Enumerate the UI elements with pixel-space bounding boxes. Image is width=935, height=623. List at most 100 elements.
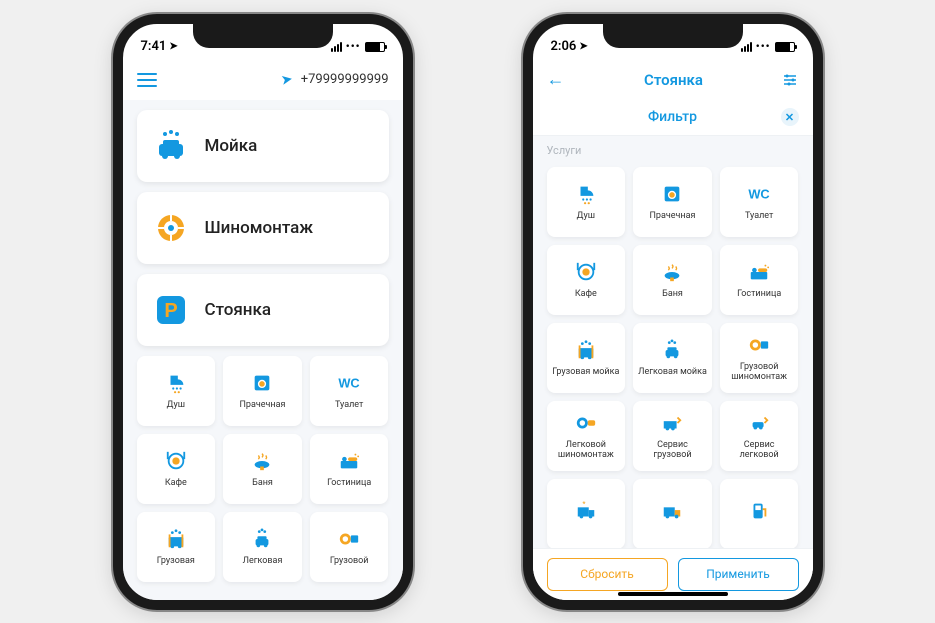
service-tile-carsvc[interactable]: Сервис легковой (720, 401, 799, 471)
wifi-icon: ••• (756, 40, 771, 53)
service-label: Сервис грузовой (633, 441, 712, 461)
service-tile-sauna[interactable]: Баня (633, 245, 712, 315)
service-label: Прачечная (236, 401, 290, 411)
category-label: Стоянка (205, 300, 272, 320)
top-bar: ➤ +79999999999 (123, 60, 403, 100)
service-tile-wc[interactable]: Туалет (720, 167, 799, 237)
service-tile-truckwash[interactable]: Грузовая (137, 512, 216, 582)
send-icon: ➤ (280, 71, 294, 89)
location-icon: ➤ (169, 41, 177, 52)
signal-icon (741, 42, 752, 52)
service-label: Легковая мойка (634, 368, 711, 378)
carsvc-icon (748, 411, 770, 435)
service-tile-laundry[interactable]: Прачечная (223, 356, 302, 426)
phone-number: +79999999999 (301, 72, 389, 87)
wc-icon (748, 182, 770, 206)
service-tile-truck[interactable] (633, 479, 712, 549)
shower-icon (165, 371, 187, 395)
sauna-icon (661, 260, 683, 284)
apply-button[interactable]: Применить (678, 558, 799, 591)
service-tile-wc[interactable]: Туалет (310, 356, 389, 426)
notch (193, 24, 333, 48)
service-label: Легковая (239, 557, 287, 567)
filter-icon[interactable] (782, 72, 798, 88)
service-label: Кафе (161, 479, 191, 489)
reset-button[interactable]: Сбросить (547, 558, 668, 591)
wifi-icon: ••• (346, 40, 361, 53)
service-label: Баня (248, 479, 277, 489)
parking-icon (153, 292, 189, 328)
status-icons: ••• (331, 40, 385, 53)
gas-icon (748, 499, 770, 523)
tire-icon (153, 210, 189, 246)
service-tile-reftruck[interactable] (547, 479, 626, 549)
service-label: Прачечная (646, 212, 700, 222)
service-tile-trucktire[interactable]: Грузовой шиномонтаж (720, 323, 799, 393)
service-tile-trucksvc[interactable]: Сервис грузовой (633, 401, 712, 471)
laundry-icon (661, 182, 683, 206)
service-tile-cartire[interactable]: Легковой шиномонтаж (547, 401, 626, 471)
category-label: Мойка (205, 136, 258, 156)
filter-label: Фильтр (648, 109, 697, 125)
service-tile-laundry[interactable]: Прачечная (633, 167, 712, 237)
trucktire-icon (748, 333, 770, 357)
status-icons: ••• (741, 40, 795, 53)
cafe-icon (165, 449, 187, 473)
home-indicator (618, 592, 728, 596)
service-tile-hotel[interactable]: Гостиница (720, 245, 799, 315)
service-tile-shower[interactable]: Душ (547, 167, 626, 237)
service-tile-sauna[interactable]: Баня (223, 434, 302, 504)
menu-button[interactable] (137, 73, 157, 87)
status-time: 2:06 (551, 39, 577, 54)
reftruck-icon (575, 499, 597, 523)
service-tile-cafe[interactable]: Кафе (547, 245, 626, 315)
service-tile-trucktire[interactable]: Грузовой (310, 512, 389, 582)
close-filter-button[interactable]: ✕ (781, 108, 799, 126)
service-label: Гостиница (733, 290, 785, 300)
service-label: Грузовой (326, 557, 373, 567)
service-tile-truckwash[interactable]: Грузовая мойка (547, 323, 626, 393)
service-label: Гостиница (323, 479, 375, 489)
trucksvc-icon (661, 411, 683, 435)
carwash2-icon (251, 527, 273, 551)
category-card-parking[interactable]: Стоянка (137, 274, 389, 346)
wc-icon (338, 371, 360, 395)
service-tile-shower[interactable]: Душ (137, 356, 216, 426)
top-bar: ← Стоянка (533, 60, 813, 100)
location-icon: ➤ (579, 41, 587, 52)
service-tile-cafe[interactable]: Кафе (137, 434, 216, 504)
hotel-icon (338, 449, 360, 473)
service-tile-gas[interactable] (720, 479, 799, 549)
back-button[interactable]: ← (547, 69, 565, 90)
service-label: Туалет (331, 401, 367, 411)
signal-icon (331, 42, 342, 52)
cartire-icon (575, 411, 597, 435)
laundry-icon (251, 371, 273, 395)
battery-icon (775, 42, 795, 52)
service-label: Сервис легковой (720, 441, 799, 461)
category-card-tire[interactable]: Шиномонтаж (137, 192, 389, 264)
service-label: Кафе (571, 290, 601, 300)
service-tile-carwash2[interactable]: Легковая (223, 512, 302, 582)
truckwash-icon (575, 338, 597, 362)
hotel-icon (748, 260, 770, 284)
service-label: Грузовой шиномонтаж (720, 363, 799, 383)
service-label: Грузовая (153, 557, 199, 567)
truckwash-icon (165, 527, 187, 551)
category-card-carwash[interactable]: Мойка (137, 110, 389, 182)
category-label: Шиномонтаж (205, 218, 314, 238)
phone-right: 2:06➤ ••• ← Стоянка Фильтр ✕ Услуги Душ П… (523, 14, 823, 610)
section-label: Услуги (533, 136, 813, 161)
trucktire-icon (338, 527, 360, 551)
page-title: Стоянка (644, 71, 703, 89)
service-label: Туалет (741, 212, 777, 222)
service-label: Баня (658, 290, 687, 300)
notch (603, 24, 743, 48)
service-tile-carwash2[interactable]: Легковая мойка (633, 323, 712, 393)
sauna-icon (251, 449, 273, 473)
carwash2-icon (661, 338, 683, 362)
service-tile-hotel[interactable]: Гостиница (310, 434, 389, 504)
main-content: Мойка Шиномонтаж Стоянка Душ Прачечная Туале… (123, 100, 403, 600)
filter-content: Душ Прачечная Туалет Кафе Баня Гостиница Грузо… (533, 161, 813, 551)
phone-number-link[interactable]: ➤ +79999999999 (281, 72, 388, 88)
